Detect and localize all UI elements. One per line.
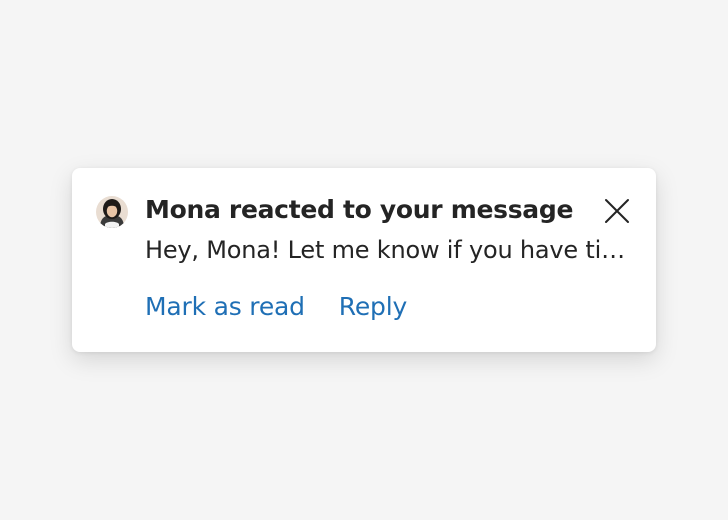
user-avatar-icon xyxy=(96,196,128,228)
notification-body: Hey, Mona! Let me know if you have time … xyxy=(145,236,631,264)
notification-actions: Mark as read Reply xyxy=(145,292,407,321)
avatar xyxy=(96,196,128,228)
close-icon xyxy=(605,199,629,223)
mark-as-read-button[interactable]: Mark as read xyxy=(145,292,305,321)
notification-toast[interactable]: Mona reacted to your message Hey, Mona! … xyxy=(72,168,656,352)
reply-button[interactable]: Reply xyxy=(339,292,407,321)
notification-title: Mona reacted to your message xyxy=(145,195,574,224)
page-background: Mona reacted to your message Hey, Mona! … xyxy=(0,0,728,520)
close-button[interactable] xyxy=(600,194,634,228)
